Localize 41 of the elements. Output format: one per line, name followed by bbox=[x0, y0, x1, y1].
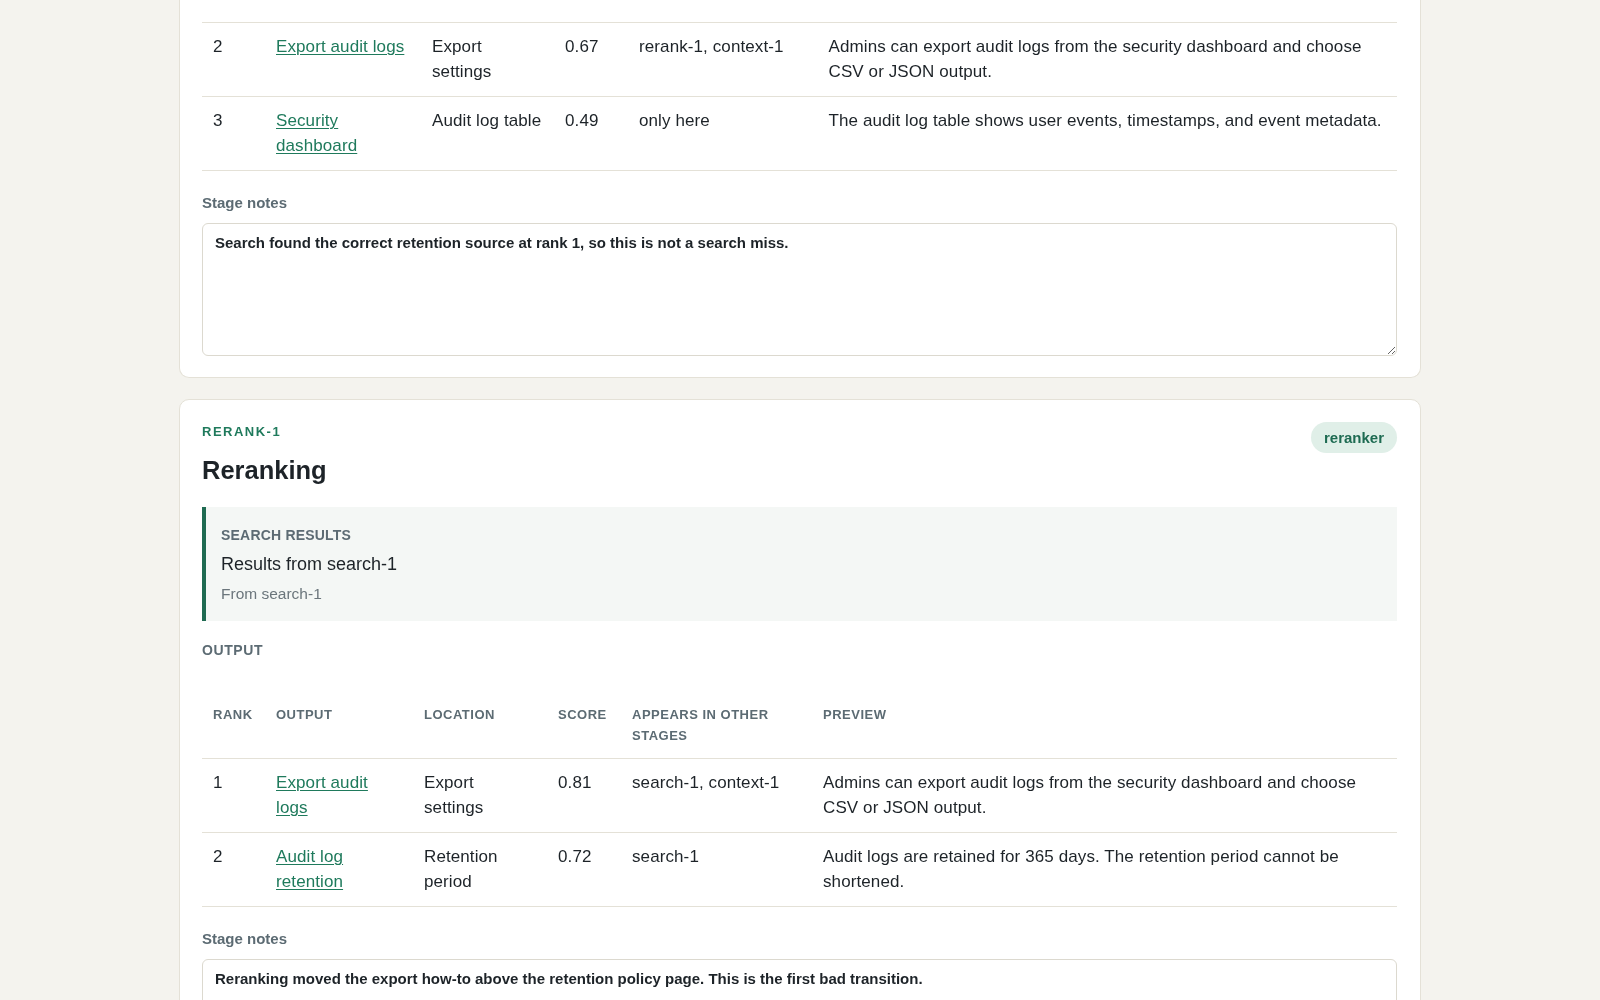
preview-text: The audit log table shows user events, timestamps, and event metadata. bbox=[817, 96, 1397, 171]
output-link[interactable]: Security dashboard bbox=[276, 109, 410, 158]
score-value: 0.49 bbox=[554, 96, 628, 171]
preview-text: Admins can export audit logs from the security dashboard and choose CSV or JSON output. bbox=[817, 22, 1397, 97]
stage-list: only here bbox=[628, 96, 818, 171]
column-header: PREVIEW bbox=[812, 692, 1397, 759]
score-value: 0.67 bbox=[554, 22, 628, 97]
location-text: Export settings bbox=[421, 22, 554, 97]
output-link[interactable]: Export audit logs bbox=[276, 35, 405, 60]
section-label: OUTPUT bbox=[202, 641, 264, 660]
stage-id: RERANK-1 bbox=[202, 423, 282, 441]
score-value: 0.72 bbox=[547, 832, 621, 907]
stage-title: Reranking bbox=[202, 455, 327, 485]
panel-title: Results from search-1 bbox=[221, 553, 398, 576]
rank-number: 3 bbox=[202, 96, 265, 171]
notes-label: Stage notes bbox=[202, 929, 288, 949]
notes-label: Stage notes bbox=[202, 193, 288, 213]
stage-list: search-1, context-1 bbox=[621, 758, 812, 833]
location-text: Audit log table bbox=[421, 96, 554, 171]
preview-text: Admins can export audit logs from the security dashboard and choose CSV or JSON output. bbox=[812, 758, 1397, 833]
location-text: Retention period bbox=[413, 832, 547, 907]
score-value: 0.81 bbox=[547, 758, 621, 833]
notes-field[interactable]: Reranking moved the export how-to above the retention policy page. This is the first bad transition. bbox=[202, 959, 1397, 1000]
output-link[interactable]: Audit log retention bbox=[276, 845, 402, 894]
column-header: APPEARS IN OTHER STAGES bbox=[621, 692, 812, 759]
column-header: RANK bbox=[202, 692, 265, 759]
location-text: Export settings bbox=[413, 758, 547, 833]
panel-heading: SEARCH RESULTS bbox=[221, 526, 352, 545]
notes-field[interactable]: Search found the correct retention source at rank 1, so this is not a search miss. bbox=[202, 223, 1397, 356]
column-header: LOCATION bbox=[413, 692, 547, 759]
stage-list: search-1 bbox=[621, 832, 812, 907]
stage-list: rerank-1, context-1 bbox=[628, 22, 818, 97]
rank-number: 2 bbox=[202, 832, 265, 907]
rank-number: 1 bbox=[202, 758, 265, 833]
column-header: SCORE bbox=[547, 692, 621, 759]
preview-text: Audit logs are retained for 365 days. The retention period cannot be shortened. bbox=[812, 832, 1397, 907]
panel-source: From search-1 bbox=[221, 584, 322, 604]
role-badge: reranker bbox=[1310, 422, 1397, 453]
rank-number: 2 bbox=[202, 22, 265, 97]
output-link[interactable]: Export audit logs bbox=[276, 771, 402, 820]
column-header: OUTPUT bbox=[265, 692, 413, 759]
